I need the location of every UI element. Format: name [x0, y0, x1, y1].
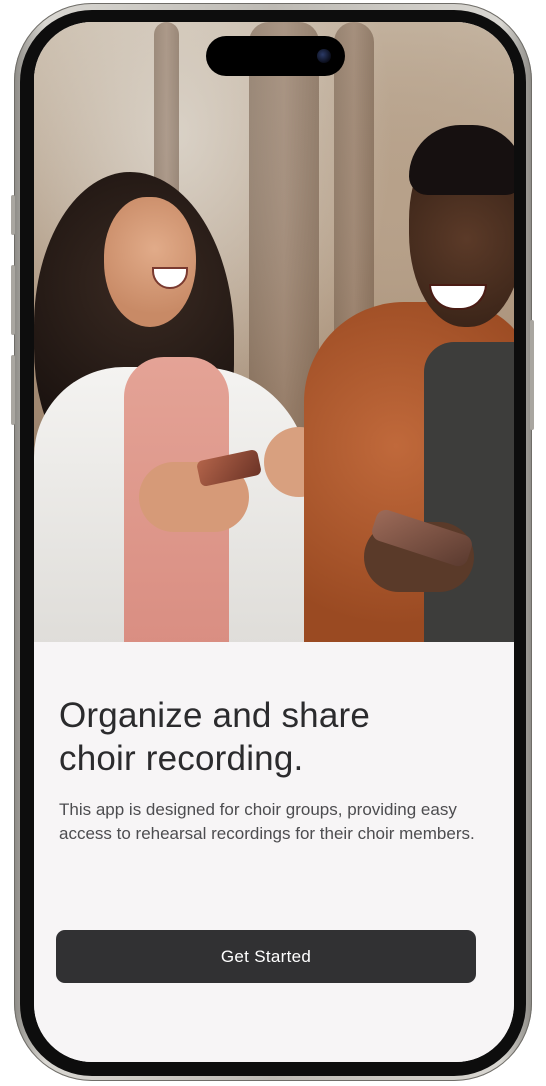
onboarding-headline: Organize and share choir recording.: [59, 694, 479, 780]
power-button: [530, 320, 534, 430]
volume-down-button: [11, 355, 15, 425]
hero-photo: [34, 22, 514, 642]
volume-up-button: [11, 265, 15, 335]
person-right-hair: [409, 125, 514, 195]
camera-icon: [317, 49, 331, 63]
get-started-button[interactable]: Get Started: [56, 930, 476, 983]
action-button: [11, 195, 15, 235]
dynamic-island: [206, 36, 345, 76]
onboarding-description: This app is designed for choir groups, p…: [59, 800, 475, 843]
phone-screen: Organize and share choir recording. This…: [34, 22, 514, 1062]
person-right-shirt: [424, 342, 514, 642]
headline-line-2: choir recording.: [59, 739, 304, 778]
person-left-face: [104, 197, 196, 327]
onboarding-content: Organize and share choir recording. This…: [34, 642, 514, 1062]
headline-line-1: Organize and share: [59, 696, 371, 735]
